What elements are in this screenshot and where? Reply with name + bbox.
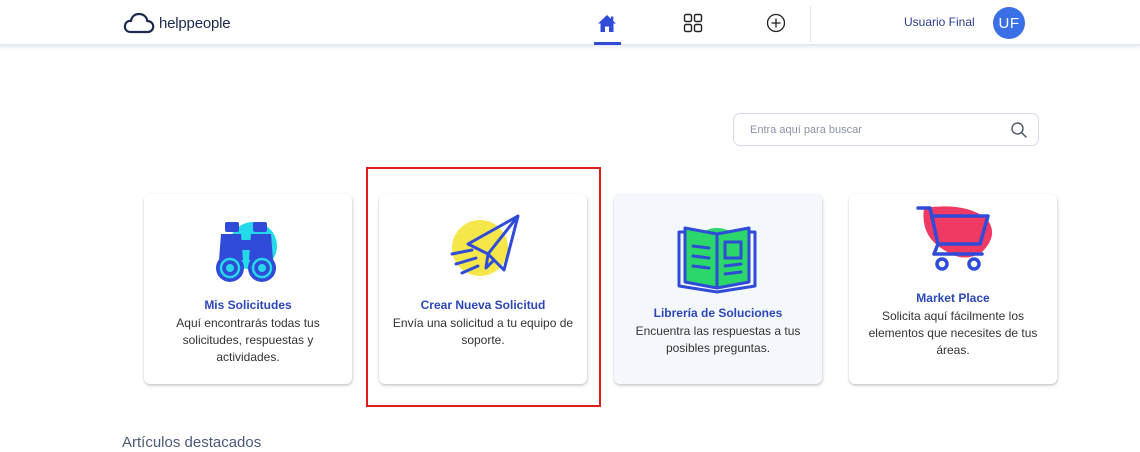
logo-text: helppeople [159, 14, 231, 32]
header-divider [810, 6, 811, 42]
home-icon [598, 14, 616, 32]
card-title: Librería de Soluciones [653, 306, 783, 320]
card-market-place[interactable]: Market Place Solicita aquí fácilmente lo… [849, 194, 1057, 384]
avatar[interactable]: UF [993, 7, 1025, 39]
card-description: Envía una solicitud a tu equipo de sopor… [392, 316, 574, 347]
card-crear-nueva-solicitud[interactable]: Crear Nueva Solicitud Envía una solicitu… [379, 194, 587, 384]
user-name[interactable]: Usuario Final [904, 15, 975, 29]
featured-articles-title: Artículos destacados [122, 434, 262, 451]
top-header: helppeople Usuario Final UF [0, 0, 1140, 46]
cloud-logo-icon [123, 12, 155, 34]
search-icon[interactable] [1010, 121, 1028, 139]
shopping-cart-icon [916, 206, 993, 271]
grid-icon [683, 13, 703, 33]
card-title: Mis Solicitudes [204, 298, 292, 312]
binoculars-icon [216, 222, 277, 282]
search-input[interactable] [750, 120, 1000, 140]
nav-create-button[interactable] [763, 10, 789, 36]
avatar-initials: UF [998, 14, 1020, 32]
card-description: Aquí encontrarás todas tus solicitudes, … [176, 316, 320, 364]
card-mis-solicitudes[interactable]: Mis Solicitudes Aquí encontrarás todas t… [144, 194, 352, 384]
logo[interactable]: helppeople [123, 12, 231, 34]
open-book-icon [677, 226, 757, 294]
paper-plane-icon [450, 214, 520, 276]
plus-circle-icon [766, 13, 786, 33]
card-description: Solicita aquí fácilmente los elementos q… [868, 309, 1038, 357]
card-description: Encuentra las respuestas a tus posibles … [635, 324, 801, 355]
search-box[interactable] [733, 113, 1039, 146]
active-tab-indicator [594, 42, 621, 45]
nav-grid-button[interactable] [680, 10, 706, 36]
card-libreria-de-soluciones[interactable]: Librería de Soluciones Encuentra las res… [614, 194, 822, 384]
card-title: Market Place [916, 291, 990, 305]
nav-home-button[interactable] [594, 10, 620, 36]
card-title: Crear Nueva Solicitud [420, 298, 546, 312]
